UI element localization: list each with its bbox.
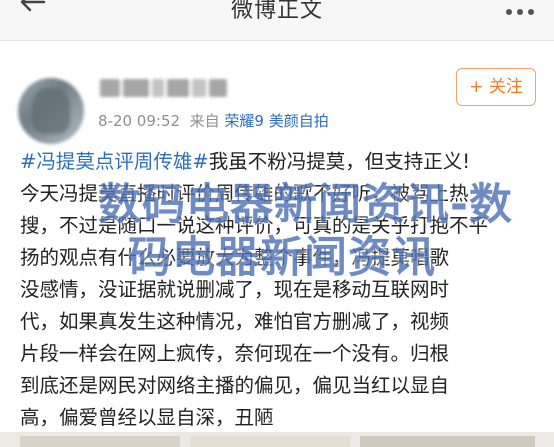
post-text-line: 搜，不过是随口一说这种评价，可真的是关乎打抱不平: [20, 210, 540, 242]
post-text: 今天冯提莫直播时评价周传雄的歌不好听，被骂上热: [20, 182, 469, 205]
post-time: 8-20 09:52: [98, 112, 181, 130]
post-text: 没感情，没证据就说删减了，现在是移动互联网时: [20, 278, 450, 301]
post-from-label: 来自: [189, 112, 220, 130]
post-client[interactable]: 荣耀9 美颜自拍: [224, 112, 328, 130]
post-text: 我虽不粉冯提莫，但支持正义!: [208, 150, 471, 173]
post-text-line: 到底还是网民对网络主播的偏见，偏见当红以显自: [20, 370, 540, 402]
more-options-icon[interactable]: [506, 0, 540, 15]
post-text: 片段一样会在网上疯传，奈何现在一个没有。归根: [20, 342, 450, 365]
follow-button[interactable]: + 关注: [456, 68, 536, 106]
post-text-line: 高，偏爱曾经以显自深，丑陋: [20, 402, 540, 434]
post-text-line: #冯提莫点评周传雄#我虽不粉冯提莫，但支持正义!: [20, 146, 540, 178]
post-text: 到底还是网民对网络主播的偏见，偏见当红以显自: [20, 374, 450, 397]
post-text-line: 没感情，没证据就说删减了，现在是移动互联网时: [20, 274, 540, 306]
post-text: 搜，不过是随口一说这种评价，可真的是关乎打抱不平: [20, 214, 489, 237]
post-text-line: 代，如果真发生这种情况，难怕官方删减了，视频: [20, 306, 540, 338]
post-text-line: 扬的观点有什么必要放大为整个事件，冯提莫唱歌: [20, 242, 540, 274]
post-images-strip[interactable]: [0, 432, 554, 447]
post-body: #冯提莫点评周传雄#我虽不粉冯提莫，但支持正义! 今天冯提莫直播时评价周传雄的歌不…: [20, 146, 540, 434]
page-title: 微博正文: [230, 0, 323, 23]
post-text: 代，如果真发生这种情况，难怕官方删减了，视频: [20, 310, 450, 333]
avatar[interactable]: [18, 78, 84, 144]
hashtag-link[interactable]: #冯提莫点评周传雄#: [20, 150, 209, 173]
post-text-line: 片段一样会在网上疯传，奈何现在一个没有。归根: [20, 338, 540, 370]
username-blurred[interactable]: [100, 74, 242, 102]
post-meta: 8-20 09:52 来自 荣耀9 美颜自拍: [98, 110, 329, 131]
post-text-line: 今天冯提莫直播时评价周传雄的歌不好听，被骂上热: [20, 178, 540, 210]
post-text: 高，偏爱曾经以显自深，丑陋: [20, 406, 274, 429]
top-nav-bar: 微博正文: [0, 0, 554, 41]
post-text: 扬的观点有什么必要放大为整个事件，冯提莫唱歌: [20, 246, 450, 269]
